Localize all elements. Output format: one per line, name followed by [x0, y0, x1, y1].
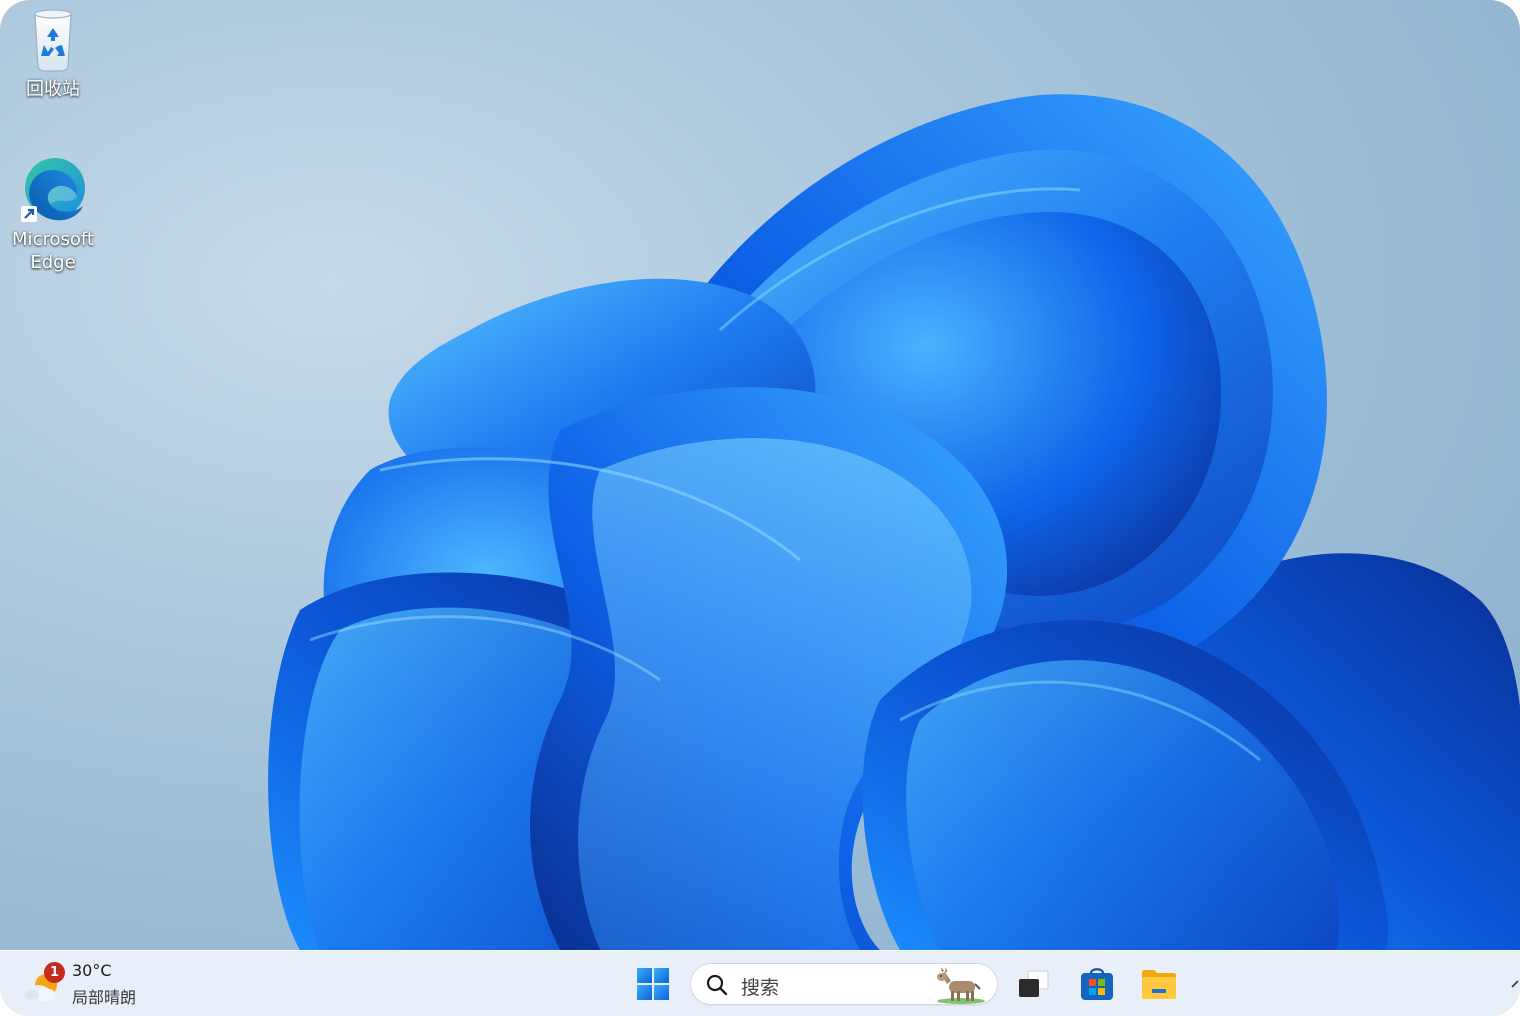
- taskbar-search-box[interactable]: 搜索: [690, 963, 998, 1005]
- microsoft-store-button[interactable]: [1076, 963, 1118, 1005]
- recycle-bin-icon: [34, 9, 72, 72]
- search-placeholder: 搜索: [741, 977, 780, 999]
- recycle-bin-label: 回收站: [26, 79, 80, 100]
- edge-icon: [21, 158, 85, 222]
- weather-notification-badge: 1: [44, 962, 65, 983]
- chevron-up-icon[interactable]: [1510, 973, 1520, 993]
- desktop-icon-microsoft-edge[interactable]: Microsoft Edge: [5, 154, 101, 274]
- start-button[interactable]: [632, 963, 674, 1005]
- file-explorer-icon: [1142, 970, 1176, 999]
- desktop-screen: 回收站 Microsoft Edge 1 30°C 局部晴朗 搜索: [0, 0, 1520, 1016]
- weather-temperature: 30°C: [72, 961, 112, 980]
- taskbar: 1 30°C 局部晴朗 搜索: [0, 950, 1520, 1016]
- windows-logo-icon: [637, 968, 669, 1000]
- desktop-icon-recycle-bin[interactable]: 回收站: [5, 4, 101, 101]
- weather-widget[interactable]: 1 30°C 局部晴朗: [24, 959, 174, 1009]
- donkey-icon: [937, 967, 985, 1004]
- microsoft-store-icon: [1081, 968, 1113, 1000]
- wallpaper-bloom: [268, 94, 1520, 950]
- edge-label: Microsoft Edge: [12, 229, 94, 273]
- search-icon: [706, 974, 728, 996]
- task-view-button[interactable]: [1014, 963, 1056, 1005]
- task-view-icon: [1019, 970, 1049, 997]
- weather-condition: 局部晴朗: [72, 988, 137, 1007]
- file-explorer-button[interactable]: [1138, 963, 1180, 1005]
